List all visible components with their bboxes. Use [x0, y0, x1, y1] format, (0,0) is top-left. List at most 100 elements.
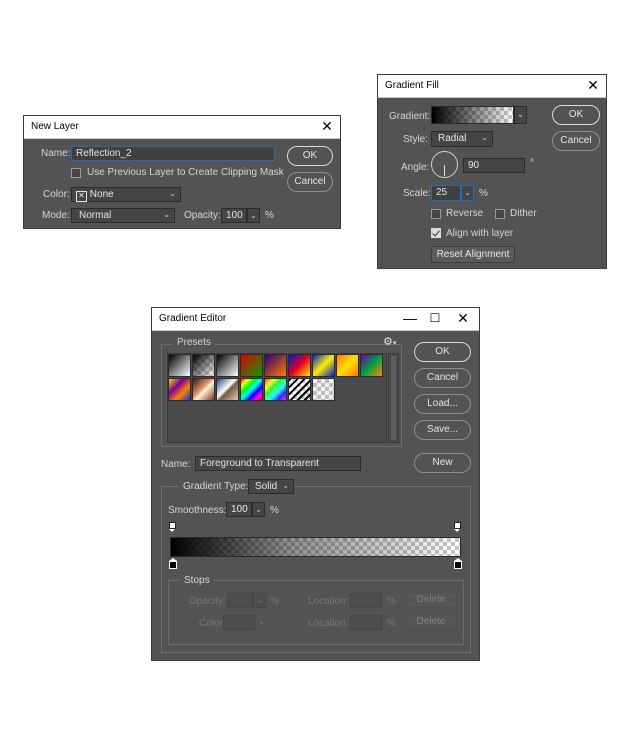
gradient-editor-dialog: Gradient Editor — ☐ ✕ Presets ⚙▾ OK Canc… [151, 307, 480, 661]
preset-swatch[interactable] [312, 354, 335, 377]
color-value: None [89, 189, 114, 200]
preset-swatch[interactable] [264, 378, 287, 401]
preset-swatch[interactable] [288, 378, 311, 401]
scale-stepper[interactable]: ⌄ [461, 185, 474, 201]
name-label: Name: [41, 148, 71, 159]
gradient-picker-arrow[interactable]: ⌄ [514, 106, 527, 124]
chevron-down-icon: ⌄ [282, 481, 289, 490]
smoothness-stepper[interactable]: ⌄ [252, 502, 265, 517]
close-icon[interactable]: ✕ [318, 118, 336, 135]
reverse-checkbox[interactable] [431, 209, 441, 219]
gradient-preview-swatch[interactable] [431, 106, 514, 124]
stop-opacity-location-label: Location: [308, 596, 349, 607]
angle-degree: ° [530, 158, 534, 169]
stop-opacity-percent: % [270, 596, 279, 607]
opacity-stop-left[interactable] [169, 522, 176, 532]
color-stop-right[interactable] [454, 558, 462, 569]
preset-swatch[interactable] [288, 354, 311, 377]
cancel-button[interactable]: Cancel [414, 368, 471, 388]
preset-swatch[interactable] [216, 354, 239, 377]
align-label: Align with layer [446, 228, 514, 239]
presets-scrollbar[interactable] [388, 353, 399, 443]
new-button[interactable]: New [414, 453, 471, 473]
stop-opacity-input [227, 593, 253, 608]
ok-button[interactable]: OK [287, 146, 333, 166]
none-x-icon: ✕ [76, 191, 87, 202]
gradient-bar[interactable] [170, 537, 461, 557]
preset-swatch[interactable] [312, 378, 335, 401]
gradient-type-label: Gradient Type: [179, 481, 253, 492]
ok-button[interactable]: OK [552, 105, 600, 125]
load-button[interactable]: Load... [414, 394, 471, 414]
align-checkbox[interactable] [431, 228, 441, 238]
angle-label: Angle: [401, 162, 430, 173]
gradient-type-dropdown[interactable]: Solid ⌄ [248, 479, 294, 494]
smoothness-label: Smoothness: [168, 505, 227, 516]
layer-name-input[interactable]: Reflection_2 [71, 146, 275, 161]
gradient-fill-title: Gradient Fill [385, 80, 439, 91]
preset-swatch[interactable] [192, 378, 215, 401]
mode-dropdown[interactable]: Normal ⌄ [71, 208, 175, 223]
smoothness-percent: % [270, 505, 279, 516]
color-stop-left[interactable] [169, 558, 177, 569]
new-layer-title: New Layer [31, 121, 79, 132]
preset-swatch[interactable] [264, 354, 287, 377]
gear-icon[interactable]: ⚙▾ [383, 335, 396, 348]
preset-swatch[interactable] [216, 378, 239, 401]
gradient-fill-dialog: Gradient Fill ✕ Gradient: ⌄ Style: Radia… [377, 74, 607, 269]
preset-swatch[interactable] [240, 378, 263, 401]
opacity-label: Opacity: [184, 210, 221, 221]
gradient-name-input[interactable]: Foreground to Transparent [195, 456, 361, 471]
dither-checkbox[interactable] [495, 209, 505, 219]
smoothness-input[interactable]: 100 [226, 502, 252, 517]
close-icon[interactable]: ✕ [454, 310, 472, 327]
maximize-icon[interactable]: ☐ [426, 310, 444, 327]
dither-label: Dither [510, 208, 537, 219]
preset-swatch[interactable] [168, 354, 191, 377]
save-button[interactable]: Save... [414, 420, 471, 440]
style-dropdown[interactable]: Radial ⌄ [431, 131, 493, 147]
gradient-editor-title: Gradient Editor [159, 313, 227, 324]
scrollbar-thumb[interactable] [391, 356, 396, 440]
ok-button[interactable]: OK [414, 342, 471, 362]
preset-swatch-fill [313, 379, 334, 400]
mode-value: Normal [79, 210, 112, 221]
scale-input[interactable]: 25 [431, 185, 461, 201]
minimize-icon[interactable]: — [401, 310, 419, 327]
opacity-stop-right[interactable] [454, 522, 461, 532]
chevron-down-icon: ⌄ [258, 617, 265, 626]
reset-alignment-button[interactable]: Reset Alignment [431, 246, 515, 263]
new-layer-titlebar[interactable]: New Layer ✕ [24, 116, 340, 139]
opacity-input[interactable]: 100 [221, 208, 247, 223]
gradient-editor-titlebar[interactable]: Gradient Editor — ☐ ✕ [152, 308, 479, 331]
stop-opacity-label: Opacity: [189, 596, 226, 607]
gradient-label: Gradient: [389, 111, 431, 122]
gradient-fill-titlebar[interactable]: Gradient Fill ✕ [378, 75, 606, 98]
color-dropdown[interactable]: ✕ None ⌄ [71, 187, 181, 202]
clipping-mask-label: Use Previous Layer to Create Clipping Ma… [87, 167, 284, 178]
stop-opacity-delete-button: Delete [405, 592, 457, 608]
cancel-button[interactable]: Cancel [287, 172, 333, 192]
cancel-button[interactable]: Cancel [552, 131, 600, 151]
close-icon[interactable]: ✕ [584, 77, 602, 94]
style-value: Radial [438, 133, 467, 144]
opacity-stepper[interactable]: ⌄ [247, 208, 260, 223]
preset-swatch-fill [265, 379, 286, 400]
preset-swatch[interactable] [360, 354, 383, 377]
angle-input[interactable]: 90 [463, 158, 525, 173]
preset-swatch[interactable] [240, 354, 263, 377]
stop-color-label: Color: [199, 618, 226, 629]
opacity-percent: % [265, 210, 274, 221]
style-label: Style: [403, 134, 429, 145]
preset-swatch-fill [289, 379, 310, 400]
preset-swatch[interactable] [192, 354, 215, 377]
reverse-label: Reverse [446, 208, 484, 219]
angle-dial[interactable] [431, 151, 458, 178]
chevron-down-icon: ⌄ [169, 189, 176, 198]
clipping-mask-checkbox[interactable] [71, 168, 81, 178]
preset-swatch[interactable] [168, 378, 191, 401]
mode-label: Mode: [42, 210, 70, 221]
stops-group [168, 580, 464, 645]
preset-swatch[interactable] [336, 354, 359, 377]
gradient-preview-fill [432, 107, 513, 123]
